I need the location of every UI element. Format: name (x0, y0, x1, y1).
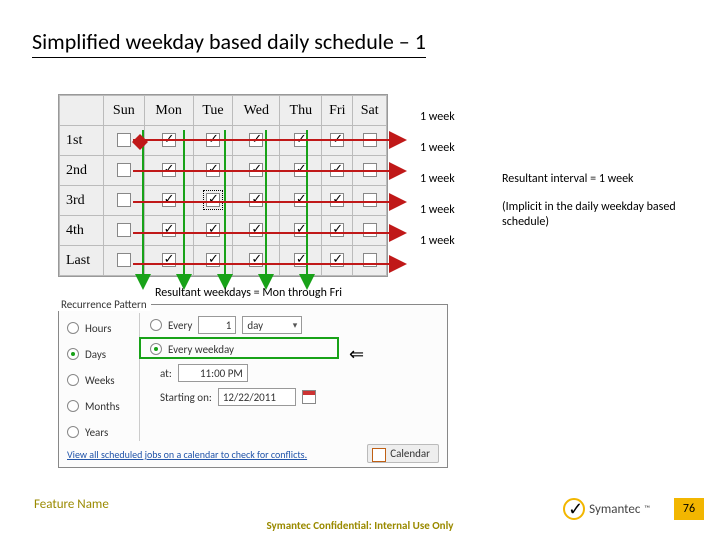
day-checkbox[interactable] (117, 163, 131, 177)
unit-radio-label: Months (85, 400, 120, 413)
unit-radio-days[interactable] (67, 348, 79, 360)
slide-title: Simplified weekday based daily schedule … (32, 28, 426, 58)
day-checkbox[interactable] (363, 133, 377, 147)
day-checkbox[interactable] (330, 133, 344, 147)
day-header: Tue (193, 96, 233, 126)
resultant-weekdays-caption: Resultant weekdays = Mon through Fri (155, 286, 342, 300)
explain-line1: Resultant interval = 1 week (502, 172, 702, 186)
confidential-footer: Symantec Confidential: Internal Use Only (0, 519, 720, 532)
every-unit-select[interactable]: day (242, 316, 302, 334)
day-header: Wed (233, 96, 280, 126)
week-label: 1 week (420, 172, 490, 203)
day-checkbox[interactable] (117, 223, 131, 237)
unit-radio-months[interactable] (67, 400, 79, 412)
day-checkbox[interactable] (162, 163, 176, 177)
day-checkbox[interactable] (330, 193, 344, 207)
day-checkbox[interactable] (206, 223, 220, 237)
unit-radio-years[interactable] (67, 426, 79, 438)
row-header: Last (60, 246, 104, 276)
view-schedule-link[interactable]: View all scheduled jobs on a calendar to… (67, 448, 307, 461)
day-checkbox[interactable] (249, 223, 263, 237)
feature-name-label: Feature Name (34, 497, 109, 512)
calendar-button[interactable]: Calendar (367, 444, 439, 463)
logo-text: Symantec (589, 502, 640, 517)
day-checkbox[interactable] (162, 133, 176, 147)
week-grid-table: SunMonTueWedThuFriSat 1st2nd3rd4thLast (59, 95, 387, 276)
day-checkbox[interactable] (294, 223, 308, 237)
day-checkbox[interactable] (206, 253, 220, 267)
recurrence-body: Every 1 day Every weekday at: 11:00 PM S… (139, 313, 439, 441)
explain-line2: (Implicit in the daily weekday based sch… (502, 200, 702, 229)
day-checkbox[interactable] (206, 133, 220, 147)
day-checkbox[interactable] (294, 163, 308, 177)
week-label: 1 week (420, 203, 490, 234)
day-checkbox[interactable] (249, 163, 263, 177)
row-header: 2nd (60, 156, 104, 186)
day-checkbox[interactable] (363, 253, 377, 267)
week-label: 1 week (420, 110, 490, 141)
day-checkbox[interactable] (162, 223, 176, 237)
week-interval-labels: 1 week 1 week 1 week 1 week 1 week (420, 110, 490, 265)
day-checkbox[interactable] (294, 133, 308, 147)
symantec-logo: Symantec™ (563, 498, 650, 520)
row-header: 1st (60, 126, 104, 156)
day-checkbox[interactable] (294, 253, 308, 267)
day-checkbox[interactable] (363, 193, 377, 207)
day-checkbox[interactable] (117, 133, 131, 147)
day-header: Fri (322, 96, 353, 126)
day-checkbox[interactable] (294, 193, 308, 207)
unit-radio-weeks[interactable] (67, 374, 79, 386)
day-checkbox[interactable] (249, 253, 263, 267)
day-checkbox[interactable] (330, 163, 344, 177)
every-n-input[interactable]: 1 (198, 316, 236, 334)
day-checkbox[interactable] (330, 223, 344, 237)
day-checkbox[interactable] (206, 193, 220, 207)
day-header: Sun (104, 96, 145, 126)
row-header: 3rd (60, 186, 104, 216)
every-label: Every (168, 319, 192, 332)
day-checkbox[interactable] (363, 163, 377, 177)
day-checkbox[interactable] (249, 193, 263, 207)
day-header: Mon (144, 96, 193, 126)
logo-check-icon (563, 498, 585, 520)
week-label: 1 week (420, 234, 490, 265)
unit-radio-label: Years (85, 426, 108, 439)
every-n-radio[interactable] (150, 319, 162, 331)
unit-radio-label: Weeks (85, 374, 115, 387)
day-checkbox[interactable] (162, 193, 176, 207)
unit-radio-label: Hours (85, 322, 111, 335)
day-header: Sat (353, 96, 387, 126)
unit-radio-hours[interactable] (67, 322, 79, 334)
page-number: 76 (674, 498, 704, 520)
day-checkbox[interactable] (330, 253, 344, 267)
every-weekday-radio[interactable] (150, 343, 162, 355)
starting-date-input[interactable]: 12/22/2011 (218, 388, 296, 406)
day-checkbox[interactable] (117, 253, 131, 267)
unit-radio-label: Days (85, 348, 106, 361)
day-checkbox[interactable] (249, 133, 263, 147)
starting-label: Starting on: (160, 391, 212, 404)
calendar-icon[interactable] (302, 390, 316, 404)
day-checkbox[interactable] (117, 193, 131, 207)
interval-explanation: Resultant interval = 1 week (Implicit in… (502, 172, 702, 229)
recurrence-unit-radios: Hours Days Weeks Months Years (67, 315, 120, 445)
week-label: 1 week (420, 141, 490, 172)
day-checkbox[interactable] (206, 163, 220, 177)
week-grid-panel: SunMonTueWedThuFriSat 1st2nd3rd4thLast (58, 94, 388, 277)
recurrence-header: Recurrence Pattern (57, 298, 151, 311)
row-header: 4th (60, 216, 104, 246)
at-label: at: (160, 367, 172, 380)
every-weekday-label: Every weekday (168, 343, 234, 356)
day-checkbox[interactable] (363, 223, 377, 237)
at-time-input[interactable]: 11:00 PM (178, 364, 248, 382)
day-header: Thu (280, 96, 322, 126)
day-checkbox[interactable] (162, 253, 176, 267)
recurrence-pattern-panel: Recurrence Pattern HoursDaysWeeksMonthsY… (58, 304, 448, 468)
